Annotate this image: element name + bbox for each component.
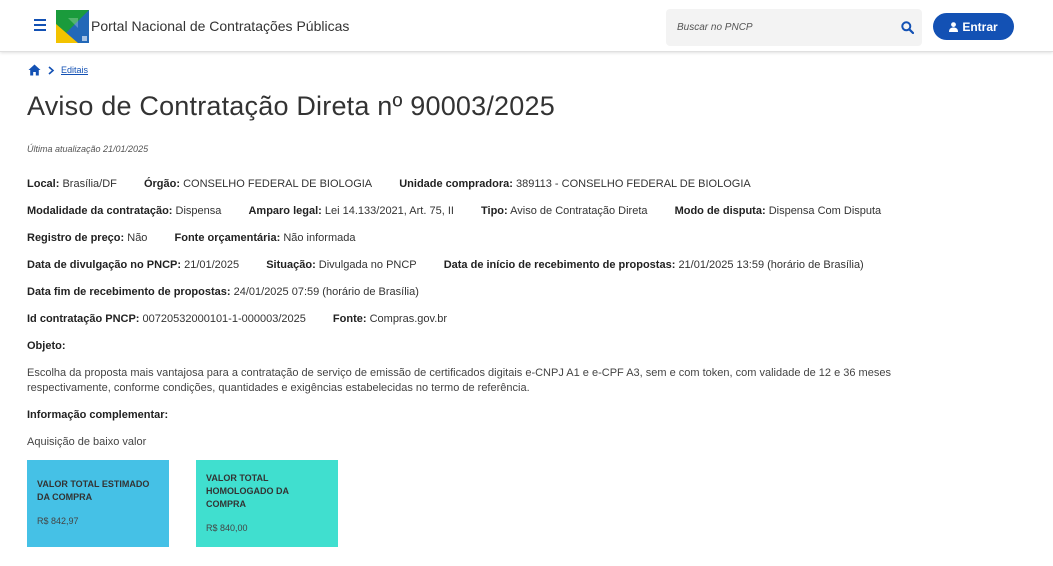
header: Portal Nacional de Contratações Públicas… bbox=[0, 0, 1053, 52]
field-amparo: Amparo legal: Lei 14.133/2021, Art. 75, … bbox=[248, 205, 454, 217]
field-modalidade: Modalidade da contratação: Dispensa bbox=[27, 205, 222, 217]
field-data-fim: Data fim de recebimento de propostas: 24… bbox=[27, 286, 419, 298]
objeto-label: Objeto: bbox=[27, 340, 66, 352]
last-updated: Última atualização 21/01/2025 bbox=[27, 144, 149, 154]
field-tipo: Tipo: Aviso de Contratação Direta bbox=[481, 205, 648, 217]
home-icon[interactable] bbox=[28, 64, 41, 76]
card-value: R$ 842,97 bbox=[37, 516, 79, 526]
search-box bbox=[666, 9, 922, 46]
search-input[interactable] bbox=[666, 9, 886, 46]
field-local: Local: Brasília/DF bbox=[27, 178, 117, 190]
field-data-inicio: Data de início de recebimento de propost… bbox=[443, 259, 864, 271]
menu-icon[interactable] bbox=[34, 19, 46, 31]
field-registro-preco: Registro de preço: Não bbox=[27, 232, 148, 244]
card-value: R$ 840,00 bbox=[206, 523, 248, 533]
login-button[interactable]: Entrar bbox=[933, 13, 1014, 40]
pncp-logo[interactable] bbox=[56, 10, 89, 43]
field-unidade: Unidade compradora: 389113 - CONSELHO FE… bbox=[399, 178, 751, 190]
objeto-text: Escolha da proposta mais vantajosa para … bbox=[27, 367, 891, 394]
card-title: VALOR TOTAL ESTIMADO DA COMPRA bbox=[37, 479, 150, 502]
info-row-2: Modalidade da contratação: Dispensa Ampa… bbox=[27, 205, 905, 217]
info-complementar-text: Aquisição de baixo valor bbox=[27, 436, 147, 448]
field-id-contratacao: Id contratação PNCP: 00720532000101-1-00… bbox=[27, 313, 306, 325]
chevron-right-icon bbox=[48, 65, 55, 75]
field-modo-disputa: Modo de disputa: Dispensa Com Disputa bbox=[674, 205, 882, 217]
field-fonte: Fonte: Compras.gov.br bbox=[332, 313, 448, 325]
field-situacao: Situação: Divulgada no PNCP bbox=[266, 259, 417, 271]
user-icon bbox=[949, 21, 959, 32]
card-valor-estimado: VALOR TOTAL ESTIMADO DA COMPRA R$ 842,97 bbox=[27, 460, 169, 547]
breadcrumb: Editais bbox=[28, 63, 88, 77]
card-title: VALOR TOTAL HOMOLOGADO DA COMPRA bbox=[206, 473, 289, 509]
page-title: Aviso de Contratação Direta nº 90003/202… bbox=[27, 91, 555, 121]
info-row-6: Id contratação PNCP: 00720532000101-1-00… bbox=[27, 313, 471, 325]
field-orgao: Órgão: CONSELHO FEDERAL DE BIOLOGIA bbox=[143, 178, 373, 190]
info-row-5: Data fim de recebimento de propostas: 24… bbox=[27, 286, 443, 298]
breadcrumb-link-editais[interactable]: Editais bbox=[61, 65, 88, 75]
search-icon[interactable] bbox=[901, 21, 914, 34]
field-fonte-orcamentaria: Fonte orçamentária: Não informada bbox=[174, 232, 356, 244]
portal-title[interactable]: Portal Nacional de Contratações Públicas bbox=[91, 18, 349, 34]
field-data-divulgacao: Data de divulgação no PNCP: 21/01/2025 bbox=[27, 259, 240, 271]
login-label: Entrar bbox=[962, 19, 998, 34]
info-row-3: Registro de preço: Não Fonte orçamentári… bbox=[27, 232, 379, 244]
info-row-4: Data de divulgação no PNCP: 21/01/2025 S… bbox=[27, 259, 888, 271]
card-valor-homologado: VALOR TOTAL HOMOLOGADO DA COMPRA R$ 840,… bbox=[196, 460, 338, 547]
info-complementar-label: Informação complementar: bbox=[27, 409, 169, 421]
info-row-1: Local: Brasília/DF Órgão: CONSELHO FEDER… bbox=[27, 178, 775, 190]
